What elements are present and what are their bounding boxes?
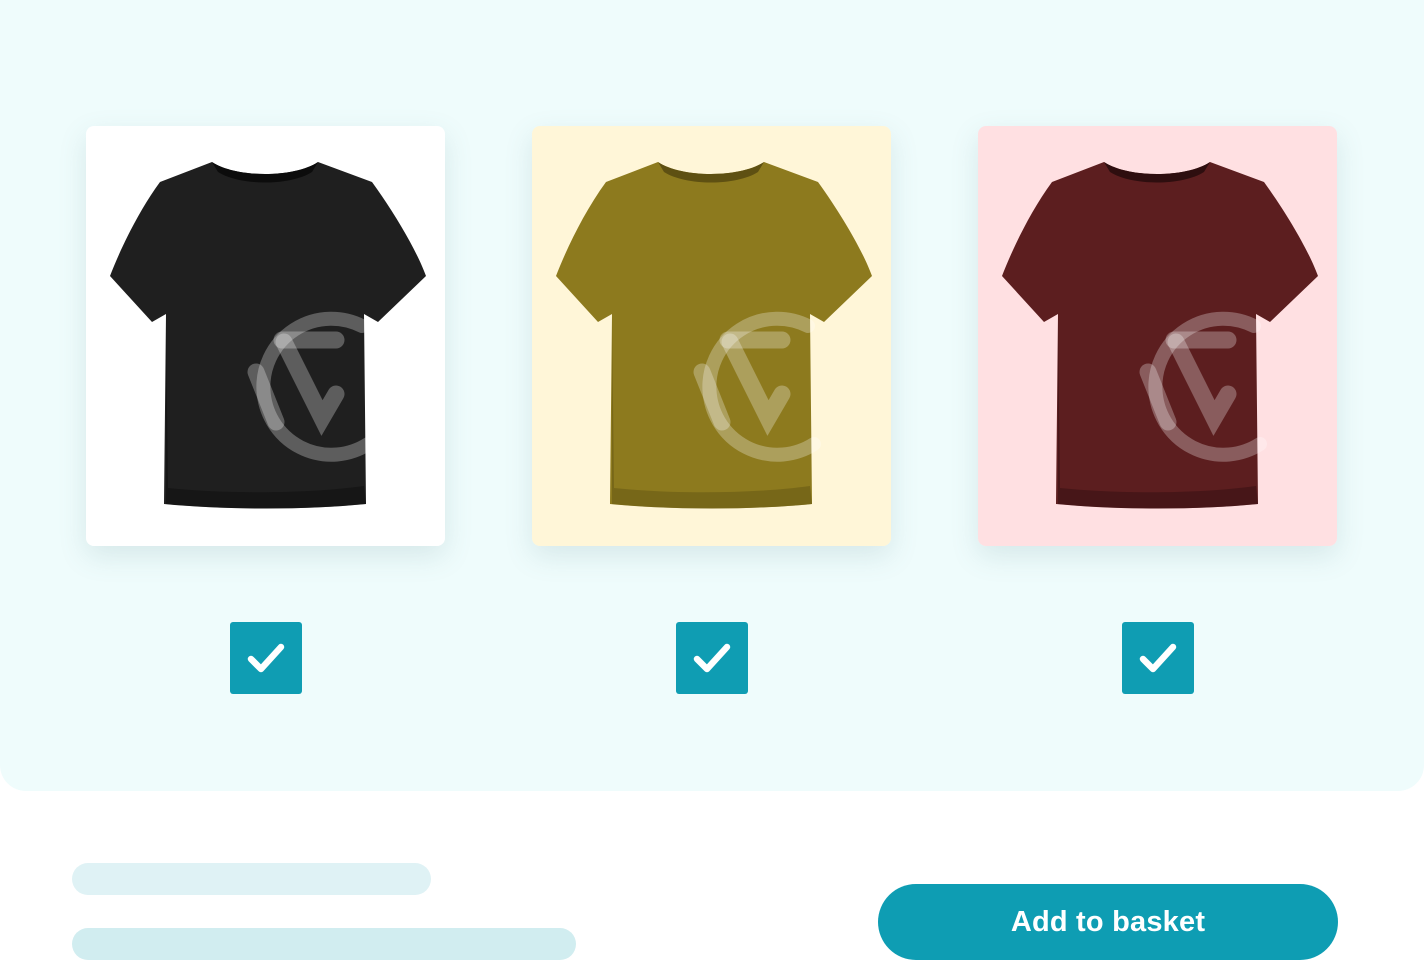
product-image-olive-tshirt: [532, 126, 891, 546]
product-card-black[interactable]: [86, 126, 445, 546]
product-selection-panel: [0, 0, 1424, 791]
product-image-maroon-tshirt: [978, 126, 1337, 546]
check-icon: [247, 643, 285, 673]
check-icon: [1139, 643, 1177, 673]
placeholder-line-subtitle: [72, 928, 576, 960]
product-card-olive[interactable]: [532, 126, 891, 546]
product-card-maroon[interactable]: [978, 126, 1337, 546]
select-checkbox-olive[interactable]: [676, 622, 748, 694]
check-icon: [693, 643, 731, 673]
placeholder-line-title: [72, 863, 431, 895]
select-checkbox-black[interactable]: [230, 622, 302, 694]
add-to-basket-button[interactable]: Add to basket: [878, 884, 1338, 960]
select-checkbox-maroon[interactable]: [1122, 622, 1194, 694]
product-image-black-tshirt: [86, 126, 445, 546]
